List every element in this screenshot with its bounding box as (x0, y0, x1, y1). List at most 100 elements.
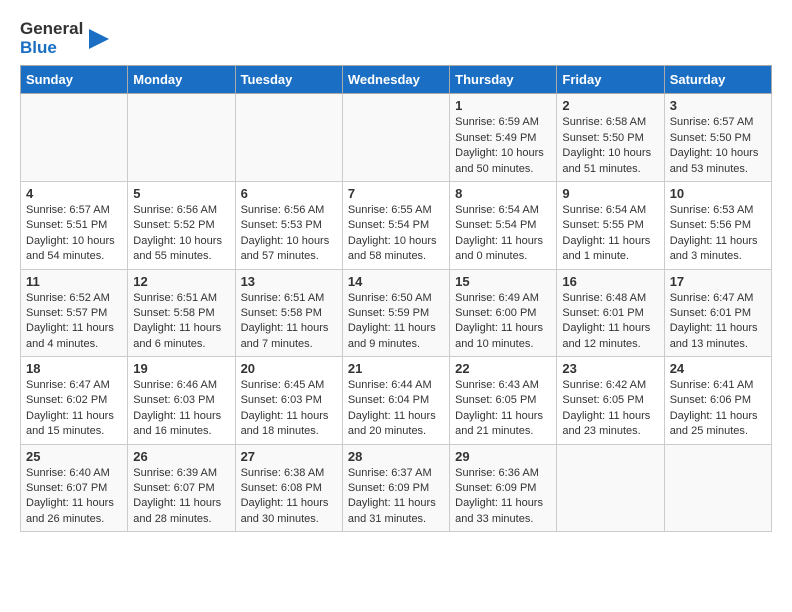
calendar-cell (21, 94, 128, 182)
calendar-cell: 27 Sunrise: 6:38 AM Sunset: 6:08 PM Dayli… (235, 444, 342, 532)
day-number: 12 (133, 274, 229, 289)
page-header: General Blue (20, 20, 772, 57)
calendar-cell: 25 Sunrise: 6:40 AM Sunset: 6:07 PM Dayli… (21, 444, 128, 532)
day-number: 1 (455, 98, 551, 113)
day-info: Sunrise: 6:52 AM Sunset: 5:57 PM Dayligh… (26, 291, 122, 353)
day-info: Sunrise: 6:58 AM Sunset: 5:50 PM Dayligh… (562, 115, 658, 177)
day-number: 21 (348, 361, 444, 376)
day-number: 22 (455, 361, 551, 376)
calendar-cell: 26 Sunrise: 6:39 AM Sunset: 6:07 PM Dayli… (128, 444, 235, 532)
calendar-header-saturday: Saturday (664, 66, 771, 94)
calendar-cell: 17 Sunrise: 6:47 AM Sunset: 6:01 PM Dayli… (664, 269, 771, 357)
calendar-cell: 16 Sunrise: 6:48 AM Sunset: 6:01 PM Dayli… (557, 269, 664, 357)
day-number: 7 (348, 186, 444, 201)
calendar-header-friday: Friday (557, 66, 664, 94)
calendar-table: SundayMondayTuesdayWednesdayThursdayFrid… (20, 65, 772, 532)
calendar-cell: 13 Sunrise: 6:51 AM Sunset: 5:58 PM Dayli… (235, 269, 342, 357)
day-info: Sunrise: 6:45 AM Sunset: 6:03 PM Dayligh… (241, 378, 337, 440)
calendar-cell: 20 Sunrise: 6:45 AM Sunset: 6:03 PM Dayli… (235, 357, 342, 445)
day-info: Sunrise: 6:57 AM Sunset: 5:50 PM Dayligh… (670, 115, 766, 177)
day-info: Sunrise: 6:38 AM Sunset: 6:08 PM Dayligh… (241, 466, 337, 528)
day-number: 29 (455, 449, 551, 464)
day-info: Sunrise: 6:51 AM Sunset: 5:58 PM Dayligh… (241, 291, 337, 353)
day-number: 6 (241, 186, 337, 201)
calendar-cell: 5 Sunrise: 6:56 AM Sunset: 5:52 PM Daylig… (128, 181, 235, 269)
logo-line1: General (20, 20, 83, 39)
day-info: Sunrise: 6:54 AM Sunset: 5:55 PM Dayligh… (562, 203, 658, 265)
day-number: 19 (133, 361, 229, 376)
day-info: Sunrise: 6:56 AM Sunset: 5:52 PM Dayligh… (133, 203, 229, 265)
day-number: 27 (241, 449, 337, 464)
calendar-cell: 23 Sunrise: 6:42 AM Sunset: 6:05 PM Dayli… (557, 357, 664, 445)
day-info: Sunrise: 6:39 AM Sunset: 6:07 PM Dayligh… (133, 466, 229, 528)
calendar-cell: 28Sunrise: 6:37 AM Sunset: 6:09 PM Dayli… (342, 444, 449, 532)
day-info: Sunrise: 6:40 AM Sunset: 6:07 PM Dayligh… (26, 466, 122, 528)
calendar-cell: 2 Sunrise: 6:58 AM Sunset: 5:50 PM Daylig… (557, 94, 664, 182)
calendar-cell: 24 Sunrise: 6:41 AM Sunset: 6:06 PM Dayli… (664, 357, 771, 445)
day-info: Sunrise: 6:53 AM Sunset: 5:56 PM Dayligh… (670, 203, 766, 265)
calendar-cell: 6 Sunrise: 6:56 AM Sunset: 5:53 PM Daylig… (235, 181, 342, 269)
day-number: 18 (26, 361, 122, 376)
calendar-cell: 14Sunrise: 6:50 AM Sunset: 5:59 PM Dayli… (342, 269, 449, 357)
calendar-row-4: 25 Sunrise: 6:40 AM Sunset: 6:07 PM Dayli… (21, 444, 772, 532)
day-info: Sunrise: 6:44 AM Sunset: 6:04 PM Dayligh… (348, 378, 444, 440)
calendar-header-sunday: Sunday (21, 66, 128, 94)
calendar-header-monday: Monday (128, 66, 235, 94)
calendar-cell: 18 Sunrise: 6:47 AM Sunset: 6:02 PM Dayli… (21, 357, 128, 445)
calendar-cell (557, 444, 664, 532)
calendar-cell: 19Sunrise: 6:46 AM Sunset: 6:03 PM Dayli… (128, 357, 235, 445)
day-info: Sunrise: 6:48 AM Sunset: 6:01 PM Dayligh… (562, 291, 658, 353)
calendar-header-thursday: Thursday (450, 66, 557, 94)
logo-text-block: General Blue (20, 20, 83, 57)
calendar-row-0: 1 Sunrise: 6:59 AM Sunset: 5:49 PM Daylig… (21, 94, 772, 182)
day-number: 23 (562, 361, 658, 376)
day-number: 17 (670, 274, 766, 289)
day-info: Sunrise: 6:59 AM Sunset: 5:49 PM Dayligh… (455, 115, 551, 177)
day-number: 10 (670, 186, 766, 201)
calendar-header-row: SundayMondayTuesdayWednesdayThursdayFrid… (21, 66, 772, 94)
day-info: Sunrise: 6:55 AM Sunset: 5:54 PM Dayligh… (348, 203, 444, 265)
day-number: 9 (562, 186, 658, 201)
day-info: Sunrise: 6:37 AM Sunset: 6:09 PM Dayligh… (348, 466, 444, 528)
day-info: Sunrise: 6:41 AM Sunset: 6:06 PM Dayligh… (670, 378, 766, 440)
calendar-cell (342, 94, 449, 182)
calendar-row-3: 18 Sunrise: 6:47 AM Sunset: 6:02 PM Dayli… (21, 357, 772, 445)
day-number: 11 (26, 274, 122, 289)
calendar-header-tuesday: Tuesday (235, 66, 342, 94)
calendar-cell: 15 Sunrise: 6:49 AM Sunset: 6:00 PM Dayli… (450, 269, 557, 357)
day-number: 13 (241, 274, 337, 289)
calendar-cell (235, 94, 342, 182)
calendar-cell: 4Sunrise: 6:57 AM Sunset: 5:51 PM Daylig… (21, 181, 128, 269)
day-info: Sunrise: 6:49 AM Sunset: 6:00 PM Dayligh… (455, 291, 551, 353)
calendar-cell: 12Sunrise: 6:51 AM Sunset: 5:58 PM Dayli… (128, 269, 235, 357)
day-number: 3 (670, 98, 766, 113)
calendar-cell: 9 Sunrise: 6:54 AM Sunset: 5:55 PM Daylig… (557, 181, 664, 269)
day-info: Sunrise: 6:47 AM Sunset: 6:02 PM Dayligh… (26, 378, 122, 440)
logo: General Blue (20, 20, 109, 57)
day-number: 20 (241, 361, 337, 376)
day-number: 2 (562, 98, 658, 113)
calendar-cell: 3 Sunrise: 6:57 AM Sunset: 5:50 PM Daylig… (664, 94, 771, 182)
day-number: 24 (670, 361, 766, 376)
calendar-cell: 21 Sunrise: 6:44 AM Sunset: 6:04 PM Dayli… (342, 357, 449, 445)
day-info: Sunrise: 6:43 AM Sunset: 6:05 PM Dayligh… (455, 378, 551, 440)
logo-line2: Blue (20, 39, 83, 58)
day-info: Sunrise: 6:47 AM Sunset: 6:01 PM Dayligh… (670, 291, 766, 353)
calendar-cell (128, 94, 235, 182)
calendar-cell: 7 Sunrise: 6:55 AM Sunset: 5:54 PM Daylig… (342, 181, 449, 269)
day-number: 5 (133, 186, 229, 201)
day-number: 26 (133, 449, 229, 464)
calendar-cell: 8Sunrise: 6:54 AM Sunset: 5:54 PM Daylig… (450, 181, 557, 269)
calendar-cell (664, 444, 771, 532)
day-info: Sunrise: 6:42 AM Sunset: 6:05 PM Dayligh… (562, 378, 658, 440)
logo-triangle-icon (89, 29, 109, 49)
calendar-cell: 22 Sunrise: 6:43 AM Sunset: 6:05 PM Dayli… (450, 357, 557, 445)
day-info: Sunrise: 6:57 AM Sunset: 5:51 PM Dayligh… (26, 203, 122, 265)
day-number: 14 (348, 274, 444, 289)
day-info: Sunrise: 6:36 AM Sunset: 6:09 PM Dayligh… (455, 466, 551, 528)
day-info: Sunrise: 6:56 AM Sunset: 5:53 PM Dayligh… (241, 203, 337, 265)
calendar-cell: 1 Sunrise: 6:59 AM Sunset: 5:49 PM Daylig… (450, 94, 557, 182)
day-number: 15 (455, 274, 551, 289)
day-number: 25 (26, 449, 122, 464)
day-number: 16 (562, 274, 658, 289)
